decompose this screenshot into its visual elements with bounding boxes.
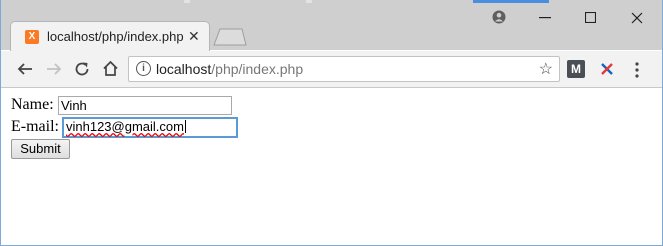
- forward-arrow-icon[interactable]: [46, 61, 62, 77]
- bookmark-star-icon[interactable]: ☆: [539, 59, 553, 79]
- close-window-icon[interactable]: [631, 12, 643, 24]
- submit-button[interactable]: Submit: [11, 139, 70, 159]
- address-bar[interactable]: i localhost/php/index.php ☆: [128, 56, 560, 82]
- x-extension-icon[interactable]: [598, 60, 616, 78]
- profile-icon[interactable]: [492, 10, 506, 24]
- info-icon[interactable]: i: [136, 61, 151, 76]
- titlebar-strip-active: [473, 0, 549, 3]
- name-label: Name:: [11, 96, 54, 113]
- url-host: localhost: [156, 61, 212, 77]
- email-input[interactable]: vinh123@gmail.com: [62, 117, 238, 138]
- text-caret: [184, 120, 186, 133]
- home-icon[interactable]: [102, 60, 119, 77]
- xampp-favicon-icon: X: [25, 30, 39, 44]
- browser-tab[interactable]: X localhost/php/index.php ✕: [10, 21, 210, 51]
- minimize-icon[interactable]: [539, 17, 551, 19]
- back-arrow-icon[interactable]: [17, 61, 33, 77]
- new-tab-button[interactable]: [213, 28, 247, 46]
- address-url: localhost/php/index.php: [156, 61, 303, 77]
- titlebar-strip: [184, 0, 190, 3]
- email-label: E-mail:: [11, 118, 59, 135]
- titlebar-strip: [306, 0, 312, 3]
- tab-title: localhost/php/index.php: [47, 29, 184, 44]
- browser-toolbar: i localhost/php/index.php ☆ M: [1, 51, 662, 88]
- email-input-value: vinh123@gmail.com: [66, 119, 184, 134]
- email-row: E-mail:: [11, 118, 59, 136]
- m-extension-icon[interactable]: M: [567, 60, 585, 78]
- url-path: /php/index.php: [211, 61, 304, 77]
- browser-window: X localhost/php/index.php ✕ i localhost/…: [0, 0, 663, 246]
- page-content: Name: Vinh E-mail: vinh123@gmail.com Sub…: [1, 88, 662, 245]
- name-row: Name:: [11, 96, 54, 114]
- title-bar: X localhost/php/index.php ✕: [1, 0, 662, 51]
- maximize-icon[interactable]: [585, 12, 596, 23]
- reload-icon[interactable]: [74, 61, 90, 77]
- tab-close-icon[interactable]: ✕: [188, 28, 200, 45]
- name-input[interactable]: Vinh: [58, 96, 232, 115]
- more-menu-icon[interactable]: [635, 62, 639, 78]
- name-input-value: Vinh: [61, 98, 87, 113]
